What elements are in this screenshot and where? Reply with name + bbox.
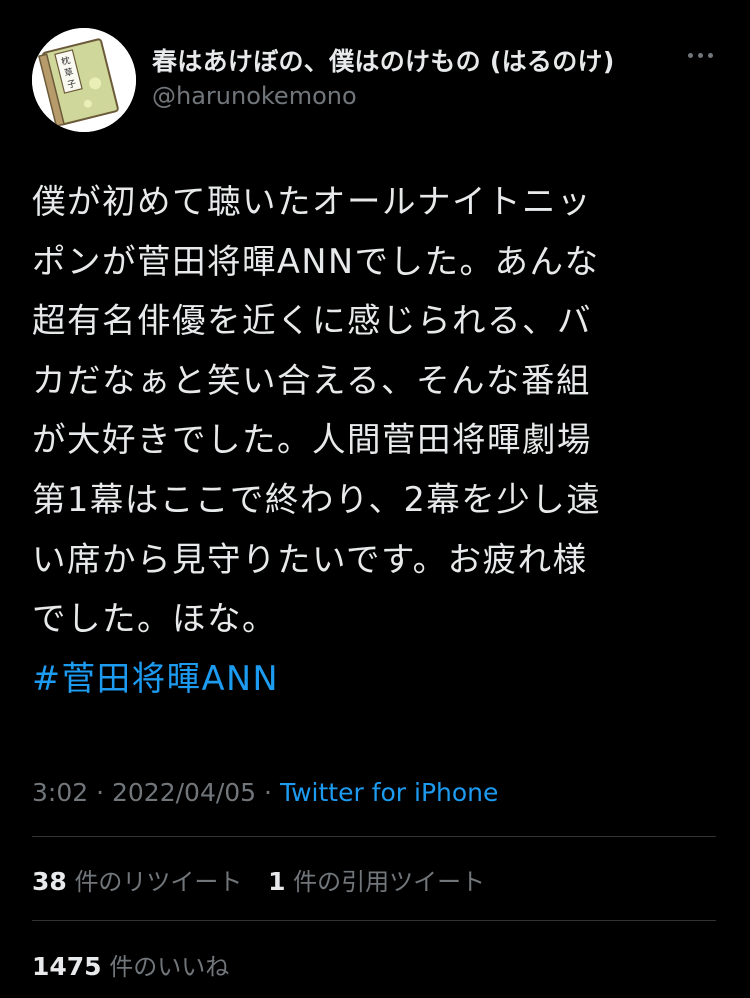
tweet-line: ポンが菅田将暉ANNでした。あんな	[32, 241, 600, 281]
tweet-source[interactable]: Twitter for iPhone	[280, 778, 498, 807]
retweets-stat[interactable]: 38 件のリツイート	[32, 862, 242, 897]
user-handle[interactable]: @harunokemono	[152, 82, 357, 110]
divider	[32, 920, 716, 921]
tweet-text: 僕が初めて聴いたオールナイトニッ ポンが菅田将暉ANNでした。あんな 超有名俳優…	[32, 172, 722, 708]
divider	[32, 836, 716, 837]
retweets-count: 38	[32, 867, 67, 896]
tweet-line: 僕が初めて聴いたオールナイトニッ	[32, 182, 592, 221]
stats-row: 38 件のリツイート 1 件の引用ツイート	[32, 862, 485, 897]
avatar[interactable]: 枕 草 子	[32, 28, 136, 132]
tweet-date[interactable]: 2022/04/05	[112, 778, 256, 807]
more-icon[interactable]	[680, 40, 720, 70]
tweet-line: カだなぁと笑い合える、そんな番組	[32, 360, 591, 400]
retweets-label: 件のリツイート	[74, 868, 243, 896]
tweet-time[interactable]: 3:02	[32, 778, 88, 807]
quotes-stat[interactable]: 1 件の引用ツイート	[268, 862, 485, 897]
tweet-line: 超有名俳優を近くに感じられる、バ	[32, 301, 592, 341]
likes-row: 1475 件のいいね	[32, 947, 229, 982]
quotes-count: 1	[268, 867, 286, 896]
book-illustration: 枕 草 子	[32, 28, 136, 132]
meta-separator: ·	[96, 778, 105, 807]
likes-count: 1475	[32, 952, 102, 981]
likes-label: 件のいいね	[109, 953, 230, 981]
tweet-line: い席から見守りたいです。お疲れ様	[32, 539, 588, 579]
quotes-label: 件の引用ツイート	[293, 868, 486, 896]
tweet-line: でした。ほな。	[32, 599, 277, 639]
tweet-line: 第1幕はここで終わり、2幕を少し遠	[32, 479, 602, 519]
tweet-line: が大好きでした。人間菅田将暉劇場	[32, 420, 592, 460]
tweet-meta: 3:02 · 2022/04/05 · Twitter for iPhone	[32, 778, 498, 807]
hashtag-link[interactable]: #菅田将暉ANN	[32, 659, 279, 698]
display-name[interactable]: 春はあけぼの、僕はのけもの (はるのけ)	[152, 42, 615, 78]
meta-separator: ·	[264, 778, 272, 807]
likes-stat[interactable]: 1475 件のいいね	[32, 947, 229, 982]
